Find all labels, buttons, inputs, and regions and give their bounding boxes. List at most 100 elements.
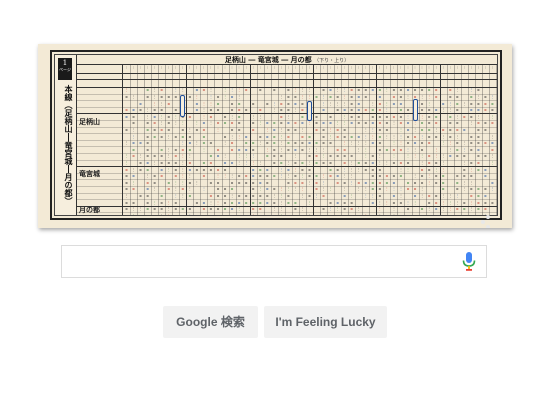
timetable-cell: ⋮ <box>195 141 199 146</box>
timetable-cell: ▬ <box>435 160 438 165</box>
timetable-cell: ⋮ <box>349 141 354 146</box>
timetable-cell: ⋮ <box>392 154 396 159</box>
timetable-cell: ▬ <box>153 114 156 119</box>
train-header-cell: ⋮ <box>491 66 494 69</box>
timetable-cell: ⋮ <box>462 147 466 152</box>
timetable-cell: ⋮ <box>406 147 410 152</box>
timetable-cell: ▬ <box>259 207 262 212</box>
train-header-cell: ⋮ <box>462 66 466 69</box>
timetable-cell: ⋮ <box>441 200 445 205</box>
train-header-cell: ⋮ <box>188 66 192 69</box>
timetable-cell: ⋮ <box>272 108 276 113</box>
timetable-cell: ▬ <box>343 193 346 198</box>
timetable-cell: ▬ <box>146 180 149 185</box>
timetable-cell: ▬ <box>160 147 163 152</box>
timetable-cell: ▬ <box>301 121 304 126</box>
grid-row-line <box>77 212 122 214</box>
timetable-cell: ▬ <box>435 121 438 126</box>
grid-row-line <box>77 179 122 181</box>
timetable-cell: ▬ <box>357 160 360 165</box>
timetable-cell: ⋮ <box>335 88 340 93</box>
timetable-cell: ▬ <box>224 207 227 212</box>
timetable-cell: ▬ <box>385 127 388 132</box>
timetable-cell: ▬ <box>406 134 409 139</box>
timetable-cell: ⋮ <box>399 127 403 132</box>
timetable-cell: ▬ <box>287 141 290 146</box>
timetable-cell: ▬ <box>315 154 318 159</box>
train-header-cell: ⋮ <box>272 66 276 69</box>
timetable-cell: ⋮ <box>420 193 424 198</box>
timetable-cell: ▬ <box>385 174 388 179</box>
timetable-cell: ▬ <box>132 154 135 159</box>
timetable-cell: ▬ <box>477 147 480 152</box>
timetable-cell: ⋮ <box>406 114 410 119</box>
timetable-cell: ▬ <box>421 108 424 113</box>
timetable-cell: ▬ <box>397 214 404 215</box>
feeling-lucky-button[interactable]: I'm Feeling Lucky <box>264 306 387 338</box>
timetable-cell: ▬ <box>280 101 283 106</box>
timetable-cell: ▬ <box>202 167 205 172</box>
timetable-cell: ▬ <box>399 101 402 106</box>
timetable-cell: ⋮ <box>434 147 438 152</box>
timetable-cell: ▬ <box>209 114 212 119</box>
timetable-cell: ▬ <box>329 174 332 179</box>
timetable-cell: ▬ <box>139 167 142 172</box>
timetable-cell: ▬ <box>280 121 283 126</box>
timetable-cell: ▬ <box>202 127 205 132</box>
timetable-cell: ▬ <box>435 174 438 179</box>
timetable-cell: ⋮ <box>145 174 150 179</box>
google-search-button[interactable]: Google 検索 <box>163 306 258 338</box>
timetable-cell: ▬ <box>287 127 290 132</box>
timetable-cell: ▬ <box>207 214 214 215</box>
timetable-cell: ▬ <box>449 88 452 93</box>
grid-row-line <box>77 93 122 95</box>
share-icon[interactable] <box>481 215 491 228</box>
timetable-cell: ▬ <box>301 108 304 113</box>
timetable-cell: ▬ <box>329 154 332 159</box>
train-header-cell: ⋮ <box>153 66 156 69</box>
timetable-cell: ▬ <box>188 114 191 119</box>
timetable-cell: ⋮ <box>469 167 474 172</box>
timetable-cell: ▬ <box>357 134 360 139</box>
timetable-cell: ▬ <box>195 200 198 205</box>
timetable-cell: ▬ <box>369 214 376 215</box>
timetable-cell: ▬ <box>456 174 459 179</box>
timetable-cell: ▬ <box>456 108 459 113</box>
timetable-cell: ⋮ <box>152 160 157 165</box>
timetable-cell: ▬ <box>132 121 135 126</box>
timetable-cell: ▬ <box>125 127 128 132</box>
station-ashigarayama: 足柄山 <box>79 117 100 126</box>
timetable-cell: ▬ <box>477 193 480 198</box>
timetable-cell: ⋮ <box>406 94 410 99</box>
timetable-cell: ⋮ <box>216 200 220 205</box>
timetable-cell: ⋮ <box>159 101 164 106</box>
timetable-cell: ⋮ <box>349 174 354 179</box>
train-header-cell: ⋮ <box>364 66 368 69</box>
timetable-cell: ▬ <box>399 88 402 93</box>
timetable-cell: ▬ <box>399 114 402 119</box>
timetable-cell: ▬ <box>470 147 473 152</box>
timetable-cell: ⋮ <box>321 174 326 179</box>
timetable-cell: ▬ <box>378 114 381 119</box>
timetable-cell: ⋮ <box>181 154 185 159</box>
doodle-link[interactable]: 1 ページ 本線（足柄山―竜宮城―月の都） 足柄山 ― 竜宮城 ― 月の都 （下… <box>38 44 512 228</box>
timetable-cell: ▬ <box>132 187 135 192</box>
timetable-cell: ⋮ <box>138 154 143 159</box>
timetable-cell: ▬ <box>266 180 269 185</box>
timetable-cell: ▬ <box>146 167 149 172</box>
line-name: 本線（足柄山―竜宮城―月の都） <box>64 85 74 205</box>
timetable-cell: ▬ <box>294 101 297 106</box>
timetable-cell: ▬ <box>329 94 332 99</box>
timetable-cell: ▬ <box>456 180 459 185</box>
timetable-cell: ⋮ <box>174 193 178 198</box>
timetable-cell: ▬ <box>292 214 299 215</box>
timetable-title-sub: （下り・上り） <box>314 58 350 64</box>
search-input[interactable] <box>62 246 452 277</box>
microphone-icon[interactable] <box>462 252 476 272</box>
timetable-cell: ⋮ <box>469 121 474 126</box>
timetable-cell: ⋮ <box>496 168 497 172</box>
timetable-cell: ▬ <box>167 94 170 99</box>
timetable-cell: ⋮ <box>385 187 389 192</box>
timetable-cell: ▬ <box>350 154 353 159</box>
timetable-cell: ▬ <box>273 121 276 126</box>
